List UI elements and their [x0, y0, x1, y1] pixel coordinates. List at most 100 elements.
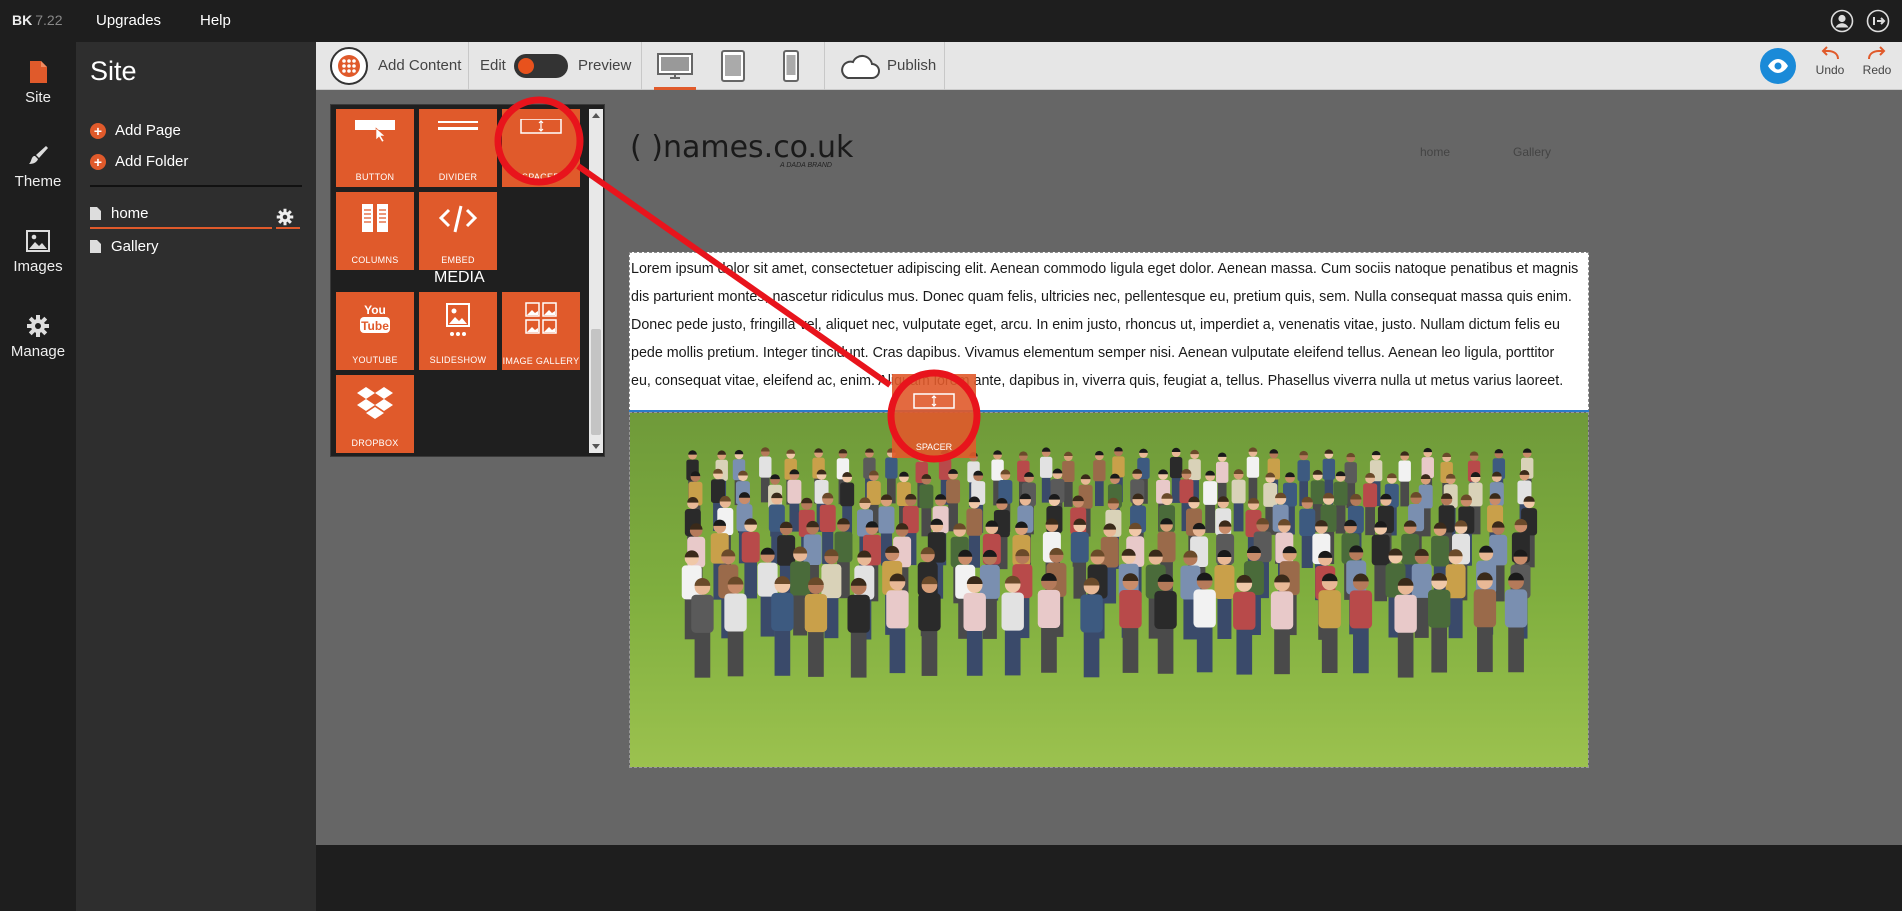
tile-button[interactable]: BUTTON — [336, 109, 414, 187]
active-page-indicator — [90, 227, 272, 229]
add-content-label[interactable]: Add Content — [378, 57, 461, 74]
site-nav-gallery[interactable]: Gallery — [1513, 145, 1551, 159]
tile-image-gallery[interactable]: IMAGE GALLERY — [502, 292, 580, 370]
photo-person-body — [1169, 457, 1183, 479]
photo-person-legs — [1094, 478, 1104, 507]
tile-label: IMAGE GALLERY — [502, 356, 580, 366]
left-rail: Site Theme Images Manage — [0, 42, 76, 911]
photo-person-legs — [921, 505, 932, 537]
photo-person-body — [803, 534, 822, 565]
page-icon — [90, 207, 101, 220]
add-folder-button[interactable]: + Add Folder — [90, 153, 188, 170]
photo-person-legs — [1353, 623, 1369, 674]
photo-person-body — [771, 592, 794, 631]
add-content-button[interactable] — [330, 47, 368, 85]
phone-icon[interactable] — [782, 50, 800, 82]
tile-spacer[interactable]: SPACER — [502, 109, 580, 187]
toggle-knob — [518, 58, 534, 74]
photo-person-body — [1246, 456, 1260, 478]
preview-eye-button[interactable] — [1760, 48, 1796, 84]
rail-theme-label: Theme — [14, 173, 62, 190]
photo-person-body — [1203, 481, 1218, 505]
tile-embed[interactable]: EMBED — [419, 192, 497, 270]
photo-person-legs — [1083, 628, 1100, 678]
cloud-icon[interactable] — [838, 54, 880, 80]
photo-person-body — [886, 590, 909, 629]
menu-help[interactable]: Help — [200, 12, 231, 29]
photo-person-legs — [1508, 622, 1524, 673]
tablet-icon[interactable] — [720, 50, 746, 82]
tile-slideshow[interactable]: SLIDESHOW — [419, 292, 497, 370]
scroll-up-arrow-icon[interactable] — [592, 113, 600, 118]
photo-person-legs — [966, 626, 983, 676]
rail-theme[interactable]: Theme — [0, 144, 76, 190]
photo-person-body — [1231, 479, 1246, 504]
photo-person-legs — [1321, 623, 1338, 674]
logout-icon[interactable] — [1866, 9, 1890, 33]
text-block[interactable]: Lorem ipsum dolor sit amet, consectetuer… — [629, 252, 1589, 412]
photo-person-body — [1100, 536, 1119, 568]
photo-person-body — [1154, 590, 1177, 629]
logo-text: ( )names.co.uk — [630, 130, 854, 165]
page-icon — [30, 61, 47, 83]
photo-person-body — [1216, 461, 1229, 483]
tile-youtube[interactable]: You Tube YOUTUBE — [336, 292, 414, 370]
rail-images-label: Images — [13, 258, 63, 275]
photo-person-body — [804, 593, 828, 633]
edit-preview-toggle[interactable] — [514, 54, 568, 78]
button-icon — [355, 120, 395, 143]
page-icon — [90, 240, 101, 253]
photo-person-body — [691, 594, 714, 633]
photo-person-body — [1504, 589, 1528, 628]
page-item-gallery[interactable]: Gallery — [90, 238, 159, 255]
group-photo[interactable] — [629, 412, 1589, 768]
desktop-icon[interactable] — [656, 52, 694, 82]
photo-person-legs — [1233, 500, 1244, 532]
photo-person-body — [1333, 481, 1348, 506]
rail-images[interactable]: Images — [0, 229, 76, 275]
photo-person-legs — [1205, 502, 1216, 533]
site-footer — [316, 845, 1902, 911]
redo-button[interactable]: Redo — [1857, 46, 1897, 77]
redo-icon — [1868, 46, 1886, 60]
tile-label: COLUMNS — [351, 255, 399, 265]
photo-person-legs — [889, 623, 906, 674]
photo-person-body — [946, 479, 961, 504]
dragging-spacer-tile[interactable]: SPACER — [892, 374, 976, 458]
scroll-down-arrow-icon[interactable] — [592, 444, 600, 449]
photo-person-body — [963, 592, 986, 631]
add-folder-label: Add Folder — [115, 153, 189, 170]
gear-icon — [276, 208, 294, 226]
divider — [824, 42, 825, 90]
photo-person-legs — [1041, 623, 1057, 673]
photo-person-legs — [1196, 623, 1213, 673]
photo-person-legs — [1365, 504, 1376, 536]
menu-upgrades[interactable]: Upgrades — [96, 12, 161, 29]
panel-scrollbar[interactable] — [589, 109, 603, 453]
divider — [944, 42, 945, 90]
divider — [641, 42, 642, 90]
text-line: eu, consequat vitae, eleifend ac, enim. … — [631, 373, 1564, 389]
page-item-home[interactable]: home — [90, 205, 149, 222]
undo-button[interactable]: Undo — [1810, 46, 1850, 77]
top-bar: BK 7.22 Upgrades Help — [0, 0, 1902, 42]
photo-person-legs — [1274, 624, 1290, 675]
publish-button[interactable]: Publish — [887, 57, 936, 74]
rail-site[interactable]: Site — [0, 60, 76, 106]
ghost-label: SPACER — [915, 442, 953, 452]
rail-manage[interactable]: Manage — [0, 314, 76, 360]
photo-person-legs — [1073, 559, 1087, 599]
tile-dropbox[interactable]: DROPBOX — [336, 375, 414, 453]
user-account-icon[interactable] — [1830, 9, 1854, 33]
eye-icon — [1768, 59, 1788, 73]
photo-person-body — [757, 562, 778, 597]
image-icon — [26, 230, 50, 252]
svg-text:You: You — [364, 303, 386, 317]
tile-label: SPACER — [521, 172, 561, 182]
tile-columns[interactable]: COLUMNS — [336, 192, 414, 270]
scrollbar-thumb[interactable] — [591, 329, 601, 435]
tile-divider[interactable]: DIVIDER — [419, 109, 497, 187]
add-page-button[interactable]: + Add Page — [90, 122, 181, 139]
photo-person-body — [1310, 480, 1325, 505]
site-nav-home[interactable]: home — [1420, 145, 1450, 159]
